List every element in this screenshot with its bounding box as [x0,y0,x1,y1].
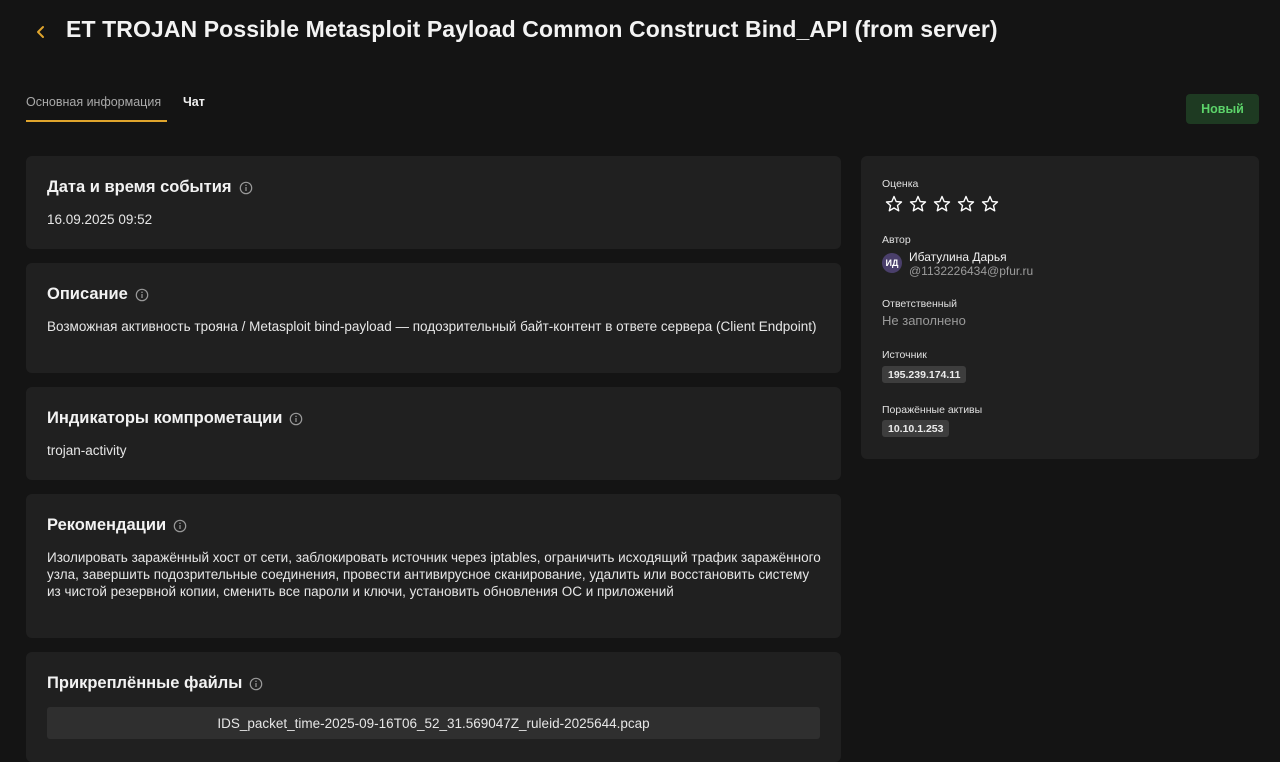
avatar: ИД [882,253,902,273]
indicators-card: Индикаторы компрометации trojan-activity [26,387,841,480]
star-icon[interactable] [884,194,904,214]
attachments-title: Прикреплённые файлы [47,674,263,693]
page-header: ET TROJAN Possible Metasploit Payload Co… [0,0,1280,66]
indicators-title-text: Индикаторы компрометации [47,409,283,427]
event-datetime-card: Дата и время события 16.09.2025 09:52 [26,156,841,249]
status-badge[interactable]: Новый [1186,94,1259,124]
indicators-text: trojan-activity [47,443,127,458]
affected-assets-label: Поражённые активы [882,404,983,416]
event-datetime-title: Дата и время события [47,178,253,197]
author-email: @1132226434@pfur.ru [909,264,1034,278]
event-datetime-title-text: Дата и время события [47,178,232,196]
details-sidebar: Оценка Автор ИД Ибатулина Дарья @1132226… [861,156,1259,459]
tab-bar: Основная информация Чат [26,88,205,124]
back-button[interactable] [30,20,52,44]
author-name: Ибатулина Дарья [909,250,1007,264]
affected-asset-tag: 10.10.1.253 [882,420,950,437]
attached-file[interactable]: IDS_packet_time-2025-09-16T06_52_31.5690… [47,707,820,739]
attachments-title-text: Прикреплённые файлы [47,674,243,692]
recommendations-card: Рекомендации Изолировать заражённый хост… [26,494,841,638]
description-title: Описание [47,285,149,304]
star-icon[interactable] [908,194,928,214]
tab-main-info[interactable]: Основная информация [26,88,167,122]
info-icon[interactable] [239,181,253,195]
recommendations-title-text: Рекомендации [47,516,167,534]
info-icon[interactable] [289,412,303,426]
star-icon[interactable] [980,194,1000,214]
info-icon[interactable] [249,677,263,691]
recommendations-text: Изолировать заражённый хост от сети, заб… [47,550,821,599]
description-text: Возможная активность трояна / Metasploit… [47,319,817,334]
description-card: Описание Возможная активность трояна / M… [26,263,841,373]
info-icon[interactable] [173,519,187,533]
description-title-text: Описание [47,285,128,303]
star-icon[interactable] [956,194,976,214]
author-label: Автор [882,234,911,246]
assignee-value[interactable]: Не заполнено [882,313,966,328]
event-datetime-value: 16.09.2025 09:52 [47,212,153,227]
tab-chat[interactable]: Чат [183,88,205,122]
indicators-title: Индикаторы компрометации [47,409,303,428]
chevron-left-icon [37,26,44,38]
rating-label: Оценка [882,178,919,190]
rating-stars [884,194,1000,214]
page-title: ET TROJAN Possible Metasploit Payload Co… [66,16,998,42]
source-label: Источник [882,349,927,361]
star-icon[interactable] [932,194,952,214]
assignee-label: Ответственный [882,298,957,310]
source-ip-tag: 195.239.174.11 [882,366,967,383]
info-icon[interactable] [135,288,149,302]
recommendations-title: Рекомендации [47,516,187,535]
attachments-card: Прикреплённые файлы IDS_packet_time-2025… [26,652,841,762]
